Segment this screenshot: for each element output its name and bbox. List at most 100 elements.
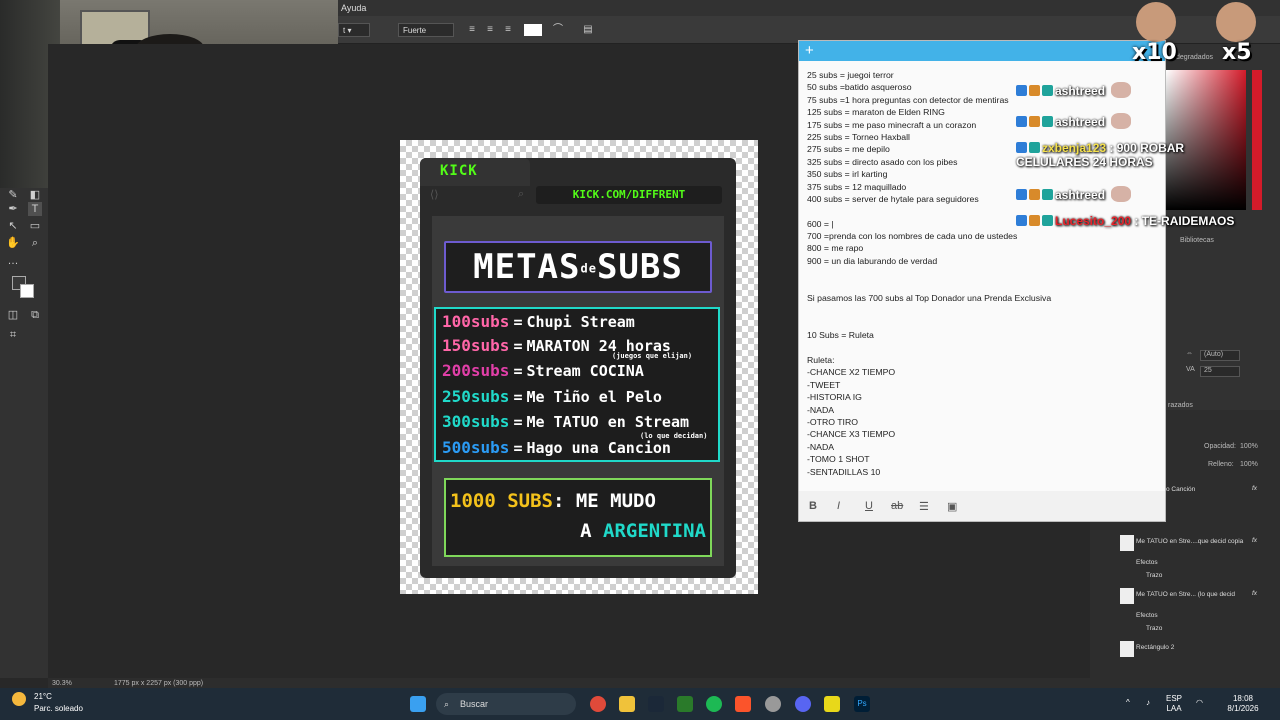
- warp-text-icon[interactable]: ⌒: [552, 24, 564, 36]
- obs-icon[interactable]: [765, 696, 781, 712]
- goal-row: 100subs = Chupi Stream: [442, 312, 635, 331]
- temperature: 21°C: [34, 692, 52, 701]
- tab-trazados[interactable]: razados: [1168, 402, 1193, 409]
- emote-icon: [1111, 82, 1132, 98]
- tracking-value[interactable]: (Auto): [1200, 350, 1240, 361]
- note-line: [807, 267, 1037, 279]
- hand-tool-icon[interactable]: ✋: [6, 236, 20, 250]
- artboard-icon[interactable]: ⌗: [6, 328, 20, 342]
- add-note-icon[interactable]: +: [805, 42, 814, 60]
- bold-icon[interactable]: B: [809, 500, 817, 512]
- layer-fx-icon[interactable]: fx: [1252, 590, 1257, 597]
- antialias-select[interactable]: Fuerte: [398, 23, 454, 37]
- taskbar: 21°C Parc. soleado ⌕ Buscar Ps ^ ♪ ESP L…: [0, 688, 1280, 720]
- note-line: -CHANCE X3 TIEMPO: [807, 429, 896, 440]
- path-select-icon[interactable]: ↖: [6, 219, 20, 233]
- brush-tool-icon[interactable]: ✎: [6, 188, 20, 202]
- note-line: -NADA: [807, 404, 835, 415]
- clock[interactable]: 18:08 8/1/2026: [1218, 694, 1268, 714]
- fill-value[interactable]: 100%: [1240, 461, 1258, 468]
- file-explorer-icon[interactable]: [619, 696, 635, 712]
- discord-icon[interactable]: [795, 696, 811, 712]
- quick-mask-icon[interactable]: ◫: [6, 308, 20, 322]
- strikethrough-icon[interactable]: ab: [891, 500, 903, 512]
- brave-icon[interactable]: [735, 696, 751, 712]
- align-left-icon[interactable]: ≡: [466, 24, 478, 36]
- steam-icon[interactable]: [648, 696, 664, 712]
- font-family-select[interactable]: t ▾: [338, 23, 370, 37]
- layer-name: o Canción: [1166, 486, 1196, 493]
- note-line: 25 subs = juegoi terror: [807, 70, 894, 80]
- badge-icon: [1042, 116, 1053, 127]
- weather-widget[interactable]: 21°C Parc. soleado: [12, 692, 83, 713]
- photoshop-icon[interactable]: Ps: [854, 696, 870, 712]
- note-line: -NADA: [807, 441, 835, 452]
- note-line: 325 subs = directo asado con los pibes: [807, 156, 958, 167]
- sticky-notes-icon[interactable]: [824, 696, 840, 712]
- font-size-value[interactable]: 25: [1200, 366, 1240, 377]
- sticker-man: x5: [1208, 0, 1264, 66]
- note-line: [807, 304, 1037, 316]
- opacity-value[interactable]: 100%: [1240, 443, 1258, 450]
- mic-icon[interactable]: ♪: [1146, 698, 1150, 708]
- weather-text: Parc. soleado: [34, 704, 83, 713]
- type-tool-icon[interactable]: T: [28, 202, 42, 216]
- text-color-swatch[interactable]: [524, 24, 542, 36]
- chrome-icon[interactable]: [590, 696, 606, 712]
- more-tools-icon[interactable]: …: [6, 254, 20, 268]
- tracking-icon: ⇔: [1186, 350, 1193, 357]
- note-line: 400 subs = server de hytale para seguido…: [807, 193, 979, 204]
- layer-fx-icon[interactable]: fx: [1252, 537, 1257, 544]
- goal-reward: Me TATUO en Stream: [526, 413, 690, 431]
- underline-icon[interactable]: U: [865, 500, 873, 512]
- layer-row[interactable]: Me TATUO en Stre....que decid copia fx: [1090, 532, 1280, 554]
- font-size-icon: VA: [1186, 366, 1195, 373]
- layer-fx-icon[interactable]: fx: [1252, 485, 1257, 492]
- windows-start-icon[interactable]: [410, 696, 426, 712]
- layer-row[interactable]: Me TATUO en Stre... (lo que decid fx: [1090, 585, 1280, 607]
- eraser-tool-icon[interactable]: ◧: [28, 188, 42, 202]
- character-panel-icon[interactable]: ▤: [582, 24, 594, 36]
- layer-name: Efectos: [1136, 612, 1158, 619]
- pen-tool-icon[interactable]: ✒: [6, 202, 20, 216]
- screen-mode-icon[interactable]: ⧉: [28, 308, 42, 322]
- italic-icon[interactable]: I: [837, 500, 840, 512]
- background-color[interactable]: [20, 284, 34, 298]
- align-center-icon[interactable]: ≡: [484, 24, 496, 36]
- layer-row[interactable]: Rectángulo 2: [1090, 638, 1280, 660]
- image-icon[interactable]: ▣: [947, 500, 957, 513]
- list-icon[interactable]: ☰: [919, 500, 929, 513]
- layer-name: Me TATUO en Stre... (lo que decid: [1136, 591, 1235, 598]
- title-de: de: [580, 261, 597, 276]
- goal-count: 150subs: [442, 336, 510, 355]
- wifi-icon[interactable]: ◠: [1196, 698, 1203, 708]
- chat-username: Lucesito_200: [1055, 214, 1132, 228]
- tray-chevron-icon[interactable]: ^: [1126, 698, 1130, 708]
- zoom-level[interactable]: 30.3%: [52, 680, 72, 687]
- taskbar-search[interactable]: ⌕ Buscar: [436, 693, 576, 715]
- language-indicator[interactable]: ESP LAA: [1166, 694, 1182, 714]
- layer-thumbnail: [1120, 535, 1134, 551]
- align-right-icon[interactable]: ≡: [502, 24, 514, 36]
- note-format-bar: B I U ab ☰ ▣: [799, 491, 1165, 521]
- sticker-multiplier: x5: [1222, 40, 1252, 65]
- note-line: 350 subs = irl karting: [807, 169, 888, 180]
- badge-icon: [1029, 142, 1040, 153]
- tab-bibliotecas[interactable]: Bibliotecas: [1180, 237, 1214, 244]
- menu-ayuda[interactable]: Ayuda: [341, 3, 366, 13]
- goal-equals: =: [513, 362, 523, 380]
- layer-name: Me TATUO en Stre....que decid copia: [1136, 538, 1244, 545]
- fill-label: Relleno:: [1208, 461, 1234, 468]
- note-text[interactable]: 25 subs = juegoi terror 50 subs =batido a…: [807, 69, 1051, 478]
- zoom-tool-icon[interactable]: ⌕: [28, 236, 42, 250]
- note-titlebar: +: [799, 41, 1165, 61]
- badge-icon: [1016, 116, 1027, 127]
- xbox-icon[interactable]: [677, 696, 693, 712]
- rectangle-tool-icon[interactable]: ▭: [28, 219, 42, 233]
- big-goal-country: ARGENTINA: [603, 520, 706, 542]
- sticker-multiplier: x10: [1132, 40, 1177, 65]
- layer-thumbnail: [1120, 641, 1134, 657]
- spotify-icon[interactable]: [706, 696, 722, 712]
- goal-equals: =: [513, 337, 523, 355]
- note-line: 375 subs = 12 maquillado: [807, 181, 907, 192]
